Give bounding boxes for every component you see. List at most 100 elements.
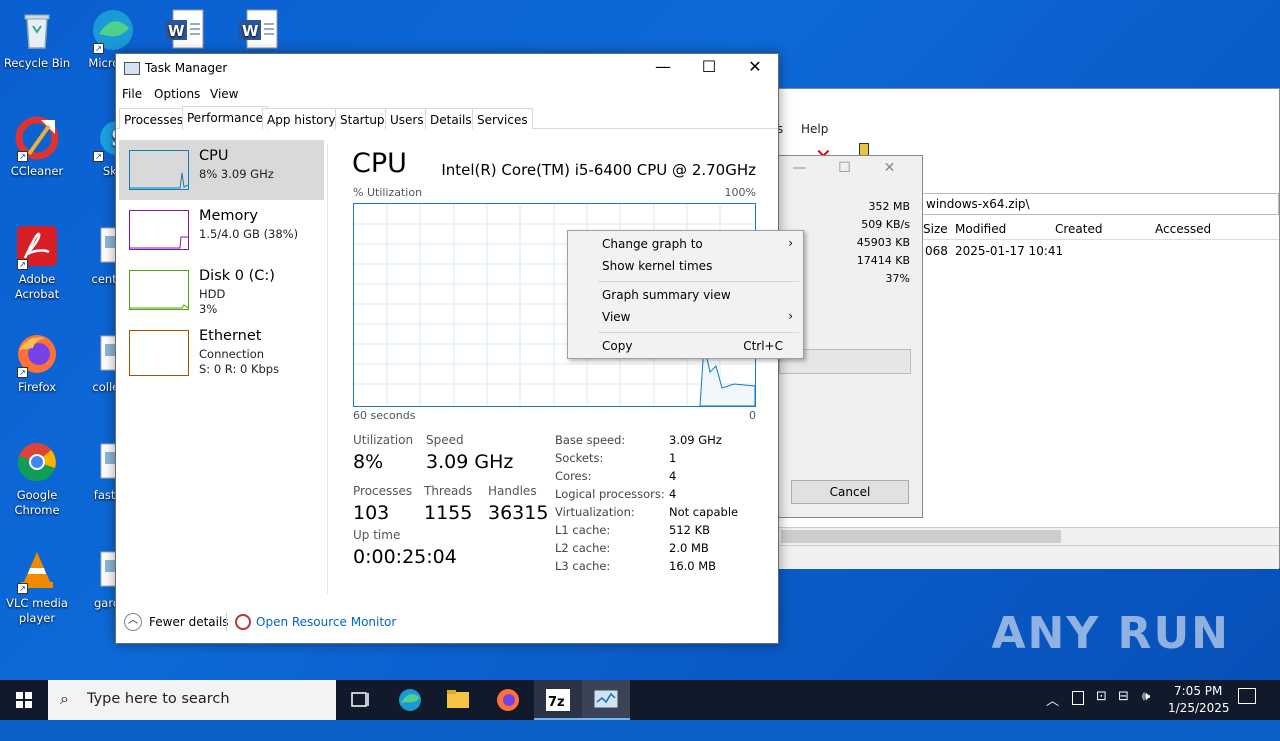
menu-options[interactable]: Options bbox=[154, 87, 200, 101]
recycle-bin-icon bbox=[15, 8, 59, 52]
tray-device-icon[interactable]: ⊡ bbox=[1096, 689, 1107, 729]
sidebar-item-detail: Connection bbox=[199, 347, 265, 361]
sidebar-item-detail: S: 0 R: 0 Kbps bbox=[199, 362, 280, 376]
menu-item-graph-summary-view[interactable]: Graph summary view bbox=[602, 288, 731, 308]
spec-label: Logical processors: bbox=[555, 487, 665, 501]
sidebar-item-ethernet[interactable]: Ethernet Connection S: 0 R: 0 Kbps bbox=[119, 326, 324, 386]
horizontal-scrollbar[interactable] bbox=[771, 527, 1279, 545]
utilization-axis-label: % Utilization bbox=[353, 186, 423, 199]
edge-taskbar-icon[interactable] bbox=[386, 680, 434, 720]
fewer-details-link[interactable]: Fewer details bbox=[149, 615, 229, 629]
column-accessed[interactable]: Accessed bbox=[1155, 222, 1211, 236]
speed-label: Speed bbox=[426, 433, 464, 447]
chrome-icon bbox=[15, 440, 59, 484]
taskbar-search-box[interactable]: ⌕ Type here to search bbox=[48, 680, 336, 720]
notifications-icon[interactable] bbox=[1238, 688, 1256, 704]
file-list-header: Size Modified Created Accessed bbox=[921, 218, 1279, 240]
sidebar-divider bbox=[327, 144, 328, 594]
menu-help[interactable]: Help bbox=[801, 122, 828, 136]
progress-value: 45903 KB bbox=[856, 236, 910, 249]
desktop-icon-recycle-bin[interactable]: Recycle Bin bbox=[0, 8, 74, 71]
tab-performance[interactable]: Performance bbox=[182, 106, 269, 130]
scrollbar-thumb[interactable] bbox=[781, 530, 1061, 543]
processes-value: 103 bbox=[353, 502, 390, 524]
desktop-icon-vlc[interactable]: ↗ VLC media player bbox=[0, 548, 74, 626]
tab-startup[interactable]: Startup bbox=[335, 108, 390, 129]
clock-date[interactable]: 1/25/2025 bbox=[1168, 701, 1230, 741]
menu-separator bbox=[598, 281, 799, 282]
sidebar-item-memory[interactable]: Memory 1.5/4.0 GB (38%) bbox=[119, 200, 324, 260]
search-icon: ⌕ bbox=[60, 689, 69, 708]
status-bar bbox=[771, 545, 1279, 569]
sidebar-item-detail: HDD bbox=[199, 287, 226, 301]
desktop-icon-firefox[interactable]: ↗ Firefox bbox=[0, 332, 74, 395]
menu-item-change-graph-to[interactable]: Change graph to bbox=[602, 237, 703, 257]
address-bar[interactable]: windows-x64.zip\ bbox=[921, 193, 1279, 215]
desktop-icon-word-doc-2[interactable]: W bbox=[222, 8, 296, 56]
menu-item-show-kernel-times[interactable]: Show kernel times bbox=[602, 259, 712, 279]
menu-view[interactable]: View bbox=[210, 87, 238, 101]
maximize-icon[interactable]: ☐ bbox=[822, 160, 867, 176]
minimize-button[interactable]: — bbox=[640, 54, 686, 82]
fewer-details-chevron-icon[interactable]: ︿ bbox=[124, 613, 142, 631]
anyrun-watermark: ANY RUN bbox=[991, 608, 1230, 659]
search-placeholder: Type here to search bbox=[87, 691, 230, 707]
sidebar-item-name: Ethernet bbox=[199, 328, 262, 344]
spec-value: 1 bbox=[669, 451, 677, 465]
show-hidden-icons-chevron-icon[interactable]: ︿ bbox=[1046, 690, 1059, 730]
row-size: 068 bbox=[925, 244, 948, 258]
desktop-icon-label: Google Chrome bbox=[14, 488, 60, 517]
network-icon[interactable]: ⊟ bbox=[1118, 689, 1129, 729]
threads-label: Threads bbox=[424, 484, 473, 498]
tab-services[interactable]: Services bbox=[472, 108, 533, 129]
footer-bar: ︿ Fewer details Open Resource Monitor bbox=[116, 609, 778, 639]
svg-text:7z: 7z bbox=[548, 695, 565, 710]
tab-users[interactable]: Users bbox=[385, 108, 429, 129]
desktop-icon-ccleaner[interactable]: ↗ CCleaner bbox=[0, 116, 74, 179]
graph-time-span-label: 60 seconds bbox=[353, 409, 416, 422]
ccleaner-icon: ↗ bbox=[15, 116, 59, 162]
open-resource-monitor-link[interactable]: Open Resource Monitor bbox=[256, 615, 396, 629]
desktop-icon-google-chrome[interactable]: Google Chrome bbox=[0, 440, 74, 518]
menu-file[interactable]: File bbox=[122, 87, 142, 101]
close-icon[interactable]: ✕ bbox=[867, 160, 912, 176]
minimize-icon[interactable]: — bbox=[777, 160, 822, 176]
firefox-taskbar-icon[interactable] bbox=[484, 680, 532, 720]
handles-label: Handles bbox=[488, 484, 537, 498]
desktop-icon-word-doc-1[interactable]: W bbox=[148, 8, 222, 56]
start-button[interactable] bbox=[0, 680, 48, 720]
close-button[interactable]: ✕ bbox=[732, 54, 778, 82]
volume-icon[interactable]: 🕪 bbox=[1142, 689, 1150, 729]
spec-value: 16.0 MB bbox=[669, 559, 717, 573]
column-modified[interactable]: Modified bbox=[955, 222, 1006, 236]
threads-value: 1155 bbox=[424, 502, 473, 524]
tab-processes[interactable]: Processes bbox=[119, 108, 189, 129]
tab-app-history[interactable]: App history bbox=[262, 108, 341, 129]
file-list-row[interactable]: 068 2025-01-17 10:41 bbox=[921, 241, 1279, 261]
7zip-taskbar-icon[interactable]: 7z bbox=[534, 680, 582, 720]
task-manager-taskbar-icon[interactable] bbox=[582, 680, 630, 720]
cancel-button[interactable]: Cancel bbox=[791, 480, 909, 504]
spec-label: Sockets: bbox=[555, 451, 604, 465]
maximize-button[interactable]: ☐ bbox=[686, 54, 732, 82]
file-explorer-icon[interactable] bbox=[434, 680, 482, 720]
task-view-icon[interactable] bbox=[336, 680, 384, 720]
spec-label: Base speed: bbox=[555, 433, 626, 447]
sidebar-item-name: CPU bbox=[199, 148, 229, 164]
menu-item-copy[interactable]: Copy bbox=[602, 339, 632, 359]
title-bar[interactable]: Task Manager — ☐ ✕ bbox=[116, 54, 778, 82]
sidebar-item-detail: 1.5/4.0 GB (38%) bbox=[199, 227, 299, 241]
desktop-icon-adobe-acrobat[interactable]: ↗ Adobe Acrobat bbox=[0, 224, 74, 302]
sidebar-item-disk[interactable]: Disk 0 (C:) HDD 3% bbox=[119, 260, 324, 320]
sidebar-item-cpu[interactable]: CPU 8% 3.09 GHz bbox=[119, 140, 324, 200]
column-size[interactable]: Size bbox=[923, 222, 948, 236]
tab-details[interactable]: Details bbox=[425, 108, 477, 129]
task-manager-icon bbox=[124, 62, 140, 75]
processes-label: Processes bbox=[353, 484, 413, 498]
tray-app-icon[interactable] bbox=[1072, 691, 1084, 705]
cpu-thumbnail-graph bbox=[129, 150, 189, 190]
column-created[interactable]: Created bbox=[1055, 222, 1103, 236]
submenu-arrow-icon: › bbox=[788, 309, 793, 323]
vlc-icon: ↗ bbox=[15, 548, 59, 594]
menu-item-view[interactable]: View bbox=[602, 310, 630, 330]
